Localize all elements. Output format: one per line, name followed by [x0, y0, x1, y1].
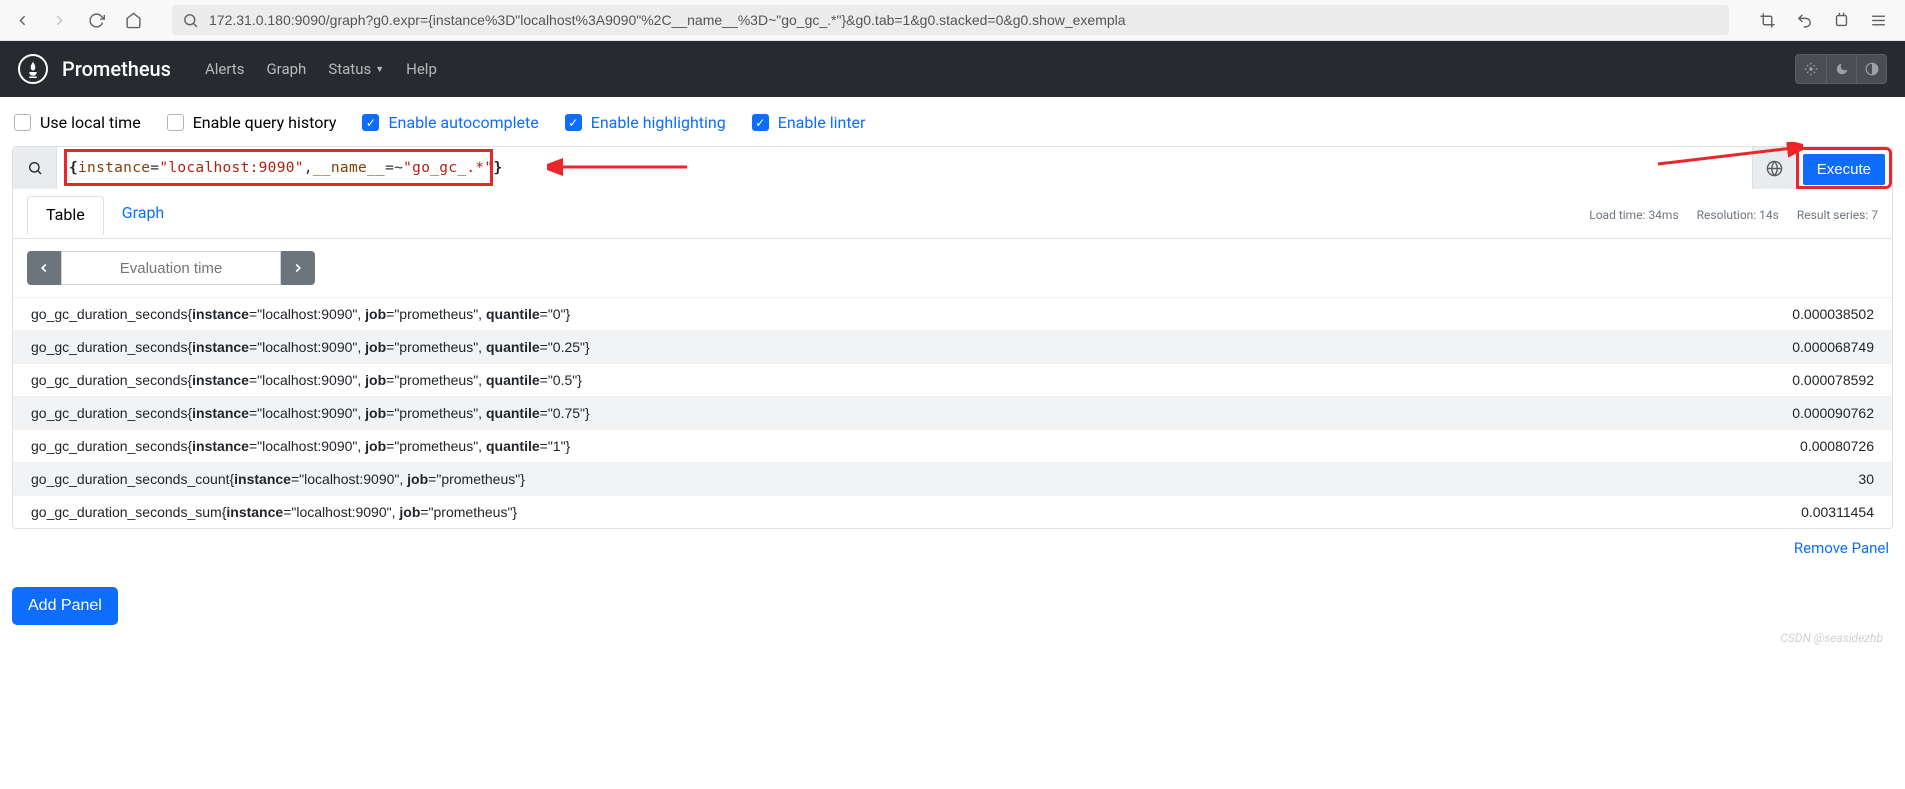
- extension-icon[interactable]: [1833, 12, 1850, 29]
- search-glyph-icon: [182, 12, 199, 29]
- url-input[interactable]: [209, 12, 1719, 28]
- value-cell: 0.000038502: [1792, 306, 1874, 322]
- menu-icon[interactable]: [1870, 12, 1887, 29]
- value-cell: 0.000078592: [1792, 372, 1874, 388]
- watermark-text: CSDN @seasidezhb: [1780, 631, 1883, 645]
- metric-cell: go_gc_duration_seconds{instance="localho…: [31, 405, 590, 421]
- meta-result-series: Result series: 7: [1797, 208, 1878, 222]
- checkbox-icon: [14, 114, 31, 131]
- opt-enable-autocomplete[interactable]: Enable autocomplete: [362, 113, 538, 132]
- table-row: go_gc_duration_seconds_count{instance="l…: [13, 462, 1892, 495]
- checkbox-icon: [752, 114, 769, 131]
- forward-icon[interactable]: [51, 12, 68, 29]
- opt-enable-query-history[interactable]: Enable query history: [167, 113, 337, 132]
- metrics-explorer-button[interactable]: [13, 147, 57, 189]
- nav-graph[interactable]: Graph: [266, 60, 306, 78]
- table-row: go_gc_duration_seconds{instance="localho…: [13, 429, 1892, 462]
- metric-cell: go_gc_duration_seconds{instance="localho…: [31, 339, 590, 355]
- theme-switcher: [1795, 54, 1887, 84]
- theme-settings-icon[interactable]: [1796, 55, 1826, 83]
- metric-cell: go_gc_duration_seconds_sum{instance="loc…: [31, 504, 517, 520]
- query-panel: {instance="localhost:9090",__name__=~"go…: [12, 146, 1893, 529]
- checkbox-icon: [565, 114, 582, 131]
- annotation-arrow-icon: [547, 147, 697, 187]
- add-panel-button[interactable]: Add Panel: [12, 587, 118, 625]
- browser-toolbar: [0, 0, 1905, 41]
- tab-table[interactable]: Table: [27, 196, 104, 235]
- theme-contrast-icon[interactable]: [1856, 55, 1886, 83]
- value-cell: 30: [1858, 471, 1874, 487]
- checkbox-icon: [167, 114, 184, 131]
- value-cell: 0.00080726: [1800, 438, 1874, 454]
- format-expression-button[interactable]: [1752, 147, 1796, 189]
- prometheus-logo-icon: [18, 54, 48, 84]
- checkbox-icon: [362, 114, 379, 131]
- caret-down-icon: ▼: [375, 64, 384, 75]
- reload-icon[interactable]: [88, 12, 105, 29]
- remove-panel-link-wrap: Remove Panel: [0, 529, 1905, 557]
- result-table: go_gc_duration_seconds{instance="localho…: [13, 297, 1892, 528]
- nav-help[interactable]: Help: [406, 60, 437, 78]
- table-row: go_gc_duration_seconds{instance="localho…: [13, 396, 1892, 429]
- prometheus-navbar: Prometheus Alerts Graph Status▼ Help: [0, 41, 1905, 97]
- expression-text: {instance="localhost:9090",__name__=~"go…: [65, 160, 502, 176]
- eval-time-prev-button[interactable]: [27, 251, 61, 285]
- table-row: go_gc_duration_seconds{instance="localho…: [13, 363, 1892, 396]
- options-row: Use local time Enable query history Enab…: [0, 97, 1905, 146]
- table-row: go_gc_duration_seconds{instance="localho…: [13, 297, 1892, 330]
- brand-text: Prometheus: [62, 57, 171, 81]
- execute-button[interactable]: Execute: [1803, 154, 1885, 185]
- opt-use-local-time[interactable]: Use local time: [14, 113, 141, 132]
- nav-alerts[interactable]: Alerts: [205, 60, 245, 78]
- metric-cell: go_gc_duration_seconds{instance="localho…: [31, 372, 582, 388]
- result-meta: Load time: 34ms Resolution: 14s Result s…: [1589, 208, 1878, 222]
- value-cell: 0.00311454: [1801, 504, 1874, 520]
- brand[interactable]: Prometheus: [18, 54, 171, 84]
- table-row: go_gc_duration_seconds_sum{instance="loc…: [13, 495, 1892, 528]
- metric-cell: go_gc_duration_seconds_count{instance="l…: [31, 471, 525, 487]
- nav-status[interactable]: Status▼: [328, 60, 384, 78]
- crop-icon[interactable]: [1759, 12, 1776, 29]
- metric-cell: go_gc_duration_seconds{instance="localho…: [31, 306, 570, 322]
- meta-load-time: Load time: 34ms: [1589, 208, 1678, 222]
- value-cell: 0.000090762: [1792, 405, 1874, 421]
- expression-row: {instance="localhost:9090",__name__=~"go…: [13, 147, 1892, 189]
- meta-resolution: Resolution: 14s: [1697, 208, 1779, 222]
- result-tabs: Table Graph: [27, 195, 182, 234]
- remove-panel-link[interactable]: Remove Panel: [1794, 539, 1889, 557]
- metric-cell: go_gc_duration_seconds{instance="localho…: [31, 438, 570, 454]
- home-icon[interactable]: [125, 12, 142, 29]
- value-cell: 0.000068749: [1792, 339, 1874, 355]
- tab-graph[interactable]: Graph: [104, 195, 183, 234]
- execute-wrap: Execute: [1796, 147, 1892, 189]
- eval-time-next-button[interactable]: [281, 251, 315, 285]
- opt-enable-linter[interactable]: Enable linter: [752, 113, 866, 132]
- opt-enable-highlighting[interactable]: Enable highlighting: [565, 113, 726, 132]
- expression-input[interactable]: {instance="localhost:9090",__name__=~"go…: [57, 147, 1752, 189]
- evaluation-time-input[interactable]: [61, 251, 281, 285]
- theme-dark-icon[interactable]: [1826, 55, 1856, 83]
- back-icon[interactable]: [14, 12, 31, 29]
- url-bar[interactable]: [172, 5, 1729, 35]
- evaluation-time-row: [13, 238, 1892, 297]
- undo-icon[interactable]: [1796, 12, 1813, 29]
- table-row: go_gc_duration_seconds{instance="localho…: [13, 330, 1892, 363]
